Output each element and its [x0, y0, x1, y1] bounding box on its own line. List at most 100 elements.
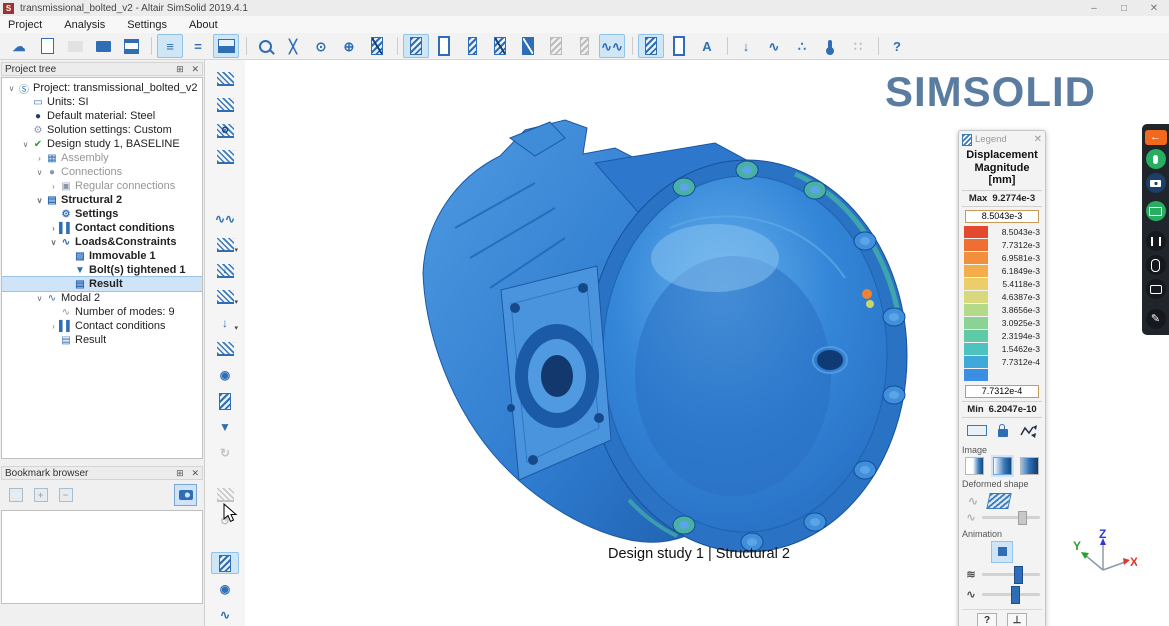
thermal-probe-icon[interactable]	[817, 34, 843, 58]
review-results-icon[interactable]	[638, 34, 664, 58]
copy-bookmark-icon[interactable]	[5, 485, 26, 505]
thermal-analysis-icon[interactable]	[459, 34, 485, 58]
cloud-icon[interactable]: ☁	[6, 34, 32, 58]
deformed-shape-button[interactable]	[986, 493, 1011, 509]
springs-icon[interactable]: ∿∿	[599, 34, 625, 58]
dynamics-analysis-icon[interactable]	[515, 34, 541, 58]
tree-node-material[interactable]: ●Default material: Steel	[2, 109, 202, 123]
global-sensor-icon[interactable]: ◉	[211, 578, 239, 600]
legend-close-icon[interactable]: ✕	[1034, 134, 1042, 145]
close-panel-icon[interactable]: ✕	[191, 468, 199, 478]
show-response-icon[interactable]	[211, 552, 239, 574]
menu-item-Settings[interactable]: Settings	[127, 19, 167, 31]
import-folder-icon[interactable]	[62, 34, 88, 58]
tree-node-settings[interactable]: ⚙Settings	[2, 207, 202, 221]
pause-button[interactable]	[1146, 231, 1166, 251]
menu-item-Analysis[interactable]: Analysis	[64, 19, 105, 31]
animation-stop-button[interactable]	[991, 541, 1013, 563]
tree-node-number-of-modes[interactable]: ∿Number of modes: 9	[2, 305, 202, 319]
sliding-support-icon[interactable]	[211, 94, 239, 116]
import-loads-icon[interactable]: ◉	[211, 364, 239, 386]
tree-node-structural[interactable]: ∨▤Structural 2	[2, 193, 202, 207]
undeformed-icon[interactable]: ∿	[968, 494, 978, 508]
bookmark-list[interactable]	[1, 510, 203, 604]
tree-node-bolts-tightened[interactable]: ▼Bolt(s) tightened 1	[2, 263, 202, 277]
image-style-sharp-button[interactable]	[965, 457, 984, 475]
immovable-support-icon[interactable]	[211, 68, 239, 90]
pressure-icon[interactable]: ↓	[211, 260, 239, 282]
save-project-icon[interactable]	[118, 34, 144, 58]
lock-icon[interactable]	[998, 429, 1008, 437]
tree-node-solution-settings[interactable]: ⚙Solution settings: Custom	[2, 123, 202, 137]
spring-loads-icon[interactable]: ∿∿	[211, 208, 239, 230]
structural-analysis-icon[interactable]	[403, 34, 429, 58]
comment-button[interactable]	[1146, 279, 1166, 299]
screen-share-button[interactable]	[1146, 201, 1166, 221]
tree-node-project[interactable]: ∨ⓈProject: transmissional_bolted_v2	[2, 81, 202, 95]
menu-item-About[interactable]: About	[189, 19, 218, 31]
layout-panes-icon[interactable]: =	[185, 34, 211, 58]
remote-load-icon[interactable]: ▾	[211, 286, 239, 308]
rotation-disabled-icon[interactable]: ↻	[211, 442, 239, 464]
hinge-support-icon[interactable]: ⚙	[211, 120, 239, 142]
tree-node-design-study[interactable]: ∨✔Design study 1, BASELINE	[2, 137, 202, 151]
image-style-smooth-button[interactable]	[993, 457, 1012, 475]
help-icon[interactable]: ?	[884, 34, 910, 58]
probe-icon[interactable]	[1019, 424, 1037, 438]
tree-node-loads-constraints[interactable]: ∨∿Loads&Constraints	[2, 235, 202, 249]
close-panel-icon[interactable]: ✕	[191, 64, 199, 74]
model-transmission-housing[interactable]	[415, 108, 910, 568]
menu-item-Project[interactable]: Project	[8, 19, 42, 31]
remove-bookmark-icon[interactable]: −	[55, 485, 76, 505]
animation-amplitude-slider[interactable]	[982, 573, 1040, 576]
compare-results-icon[interactable]	[666, 34, 692, 58]
tree-node-contact-conditions[interactable]: ›▌▌Contact conditions	[2, 221, 202, 235]
find-entity-icon[interactable]	[252, 34, 278, 58]
animation-speed-slider[interactable]	[982, 593, 1040, 596]
add-bookmark-icon[interactable]: +	[30, 485, 51, 505]
new-project-icon[interactable]	[34, 34, 60, 58]
force-icon[interactable]: ▾	[211, 234, 239, 256]
deform-scale-slider[interactable]	[982, 516, 1040, 519]
show-all-icon[interactable]: ⊕	[336, 34, 362, 58]
mouse-highlight-button[interactable]	[1146, 255, 1166, 275]
mode-shapes-icon[interactable]: ∿	[761, 34, 787, 58]
gravity-load-icon[interactable]: ↓▾	[211, 312, 239, 334]
hide-entities-icon[interactable]: ⊙	[308, 34, 334, 58]
xy-plot-icon[interactable]: ∿	[211, 604, 239, 626]
grid-disabled-icon[interactable]: ∷	[845, 34, 871, 58]
bookmark-panel-toggle-icon[interactable]	[213, 34, 239, 58]
float-panel-icon[interactable]: ⊞	[176, 64, 184, 74]
minimize-button[interactable]: –	[1079, 1, 1109, 16]
image-style-filled-button[interactable]	[1020, 457, 1039, 475]
bolt-tightening-icon[interactable]: ▼	[211, 416, 239, 438]
measure-icon[interactable]: A	[694, 34, 720, 58]
modal-analysis-icon[interactable]	[431, 34, 457, 58]
close-button[interactable]: ✕	[1139, 1, 1169, 16]
tree-node-immovable[interactable]: ▨Immovable 1	[2, 249, 202, 263]
tree-node-regular-connections[interactable]: ›▣Regular connections	[2, 179, 202, 193]
tree-node-modal-contact[interactable]: ›▌▌Contact conditions	[2, 319, 202, 333]
tree-node-modal[interactable]: ∨∿Modal 2	[2, 291, 202, 305]
microphone-button[interactable]	[1146, 149, 1166, 169]
analysis-disabled2-icon[interactable]	[571, 34, 597, 58]
reaction-forces-icon[interactable]: ↓	[733, 34, 759, 58]
tree-node-modal-result[interactable]: ▤Result	[2, 333, 202, 347]
tree-node-assembly[interactable]: ›▦Assembly	[2, 151, 202, 165]
float-panel-icon[interactable]: ⊞	[176, 468, 184, 478]
elastic-support-icon[interactable]	[211, 146, 239, 168]
nonlinear-analysis-icon[interactable]	[487, 34, 513, 58]
tree-node-connections[interactable]: ∨●Connections	[2, 165, 202, 179]
analysis-disabled-icon[interactable]	[543, 34, 569, 58]
legend-help-button[interactable]: ?	[977, 613, 997, 626]
trim-geometry-icon[interactable]: ╳	[280, 34, 306, 58]
camera-capture-icon[interactable]	[174, 484, 197, 506]
pick-visible-icon[interactable]	[364, 34, 390, 58]
legend-lower-bound-input[interactable]	[965, 385, 1039, 398]
enforced-displacement-icon[interactable]	[211, 390, 239, 412]
contact-response-icon[interactable]: ∴	[789, 34, 815, 58]
legend-header[interactable]: Legend ✕	[962, 133, 1042, 146]
maximize-button[interactable]: □	[1109, 1, 1139, 16]
legend-dock-button[interactable]: ⊥	[1007, 613, 1027, 626]
open-project-icon[interactable]	[90, 34, 116, 58]
